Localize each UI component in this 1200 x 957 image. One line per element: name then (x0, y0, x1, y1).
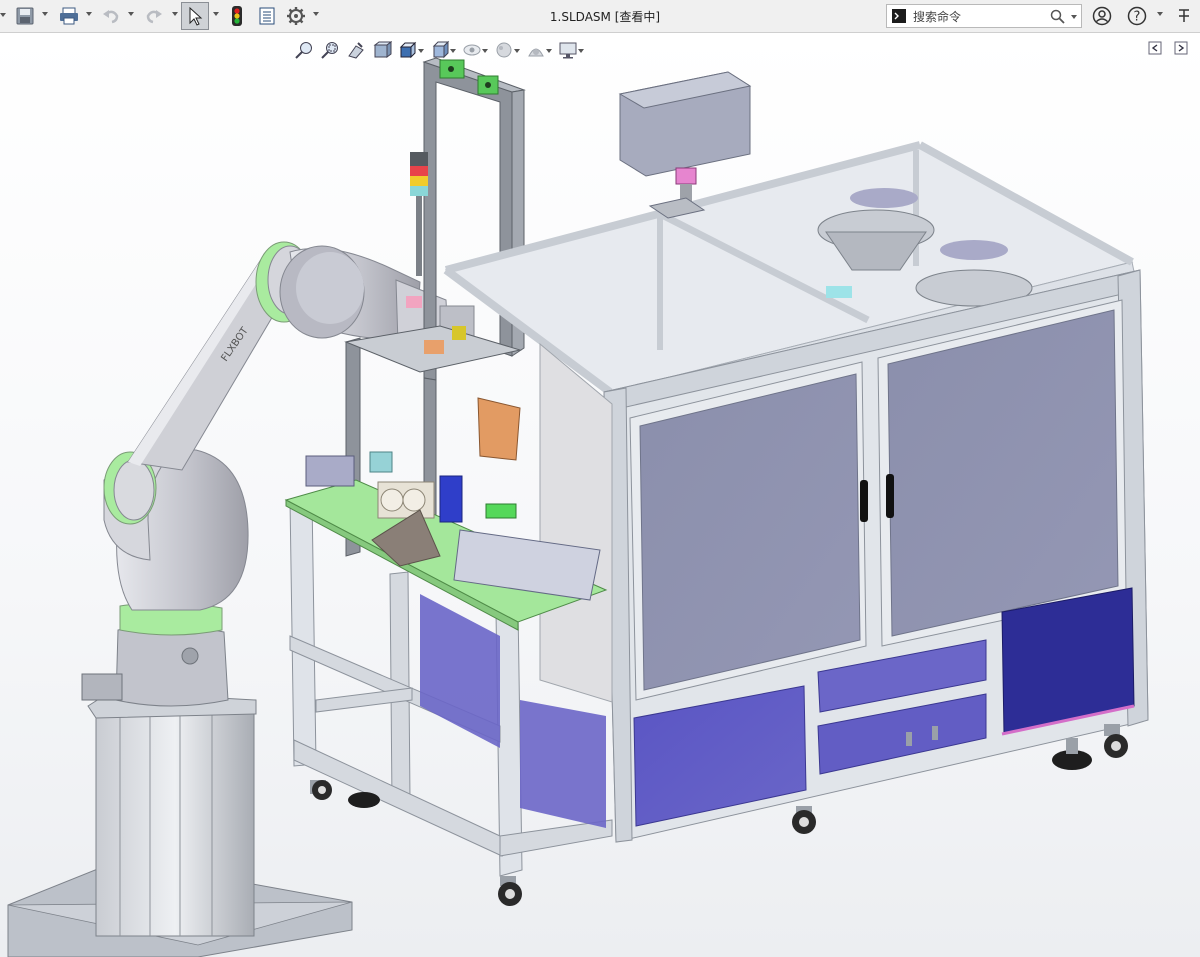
user-account-button[interactable] (1090, 4, 1114, 28)
panel-toggle-arrows (1148, 41, 1188, 55)
file-properties-icon (259, 7, 275, 25)
select-button[interactable] (181, 2, 209, 30)
pin-icon (1179, 9, 1189, 22)
undo-button[interactable] (99, 4, 123, 28)
select-arrow-icon (189, 6, 203, 26)
document-title: 1.SLDASM [查看中] (549, 10, 661, 24)
dropdown-arrow-icon (0, 13, 6, 17)
rebuild-traffic-light-icon (232, 6, 242, 26)
apply-scene-dropdown-icon[interactable] (546, 49, 552, 53)
robot-pedestal (87, 691, 257, 937)
options-gear-icon (287, 7, 305, 25)
display-style-dropdown-icon[interactable] (450, 49, 456, 53)
hide-show-items-dropdown-icon[interactable] (482, 49, 488, 53)
search-commands-box[interactable] (886, 4, 1082, 28)
edit-appearance-icon (496, 42, 512, 58)
previous-view-icon (348, 42, 364, 59)
expand-right-icon[interactable] (1174, 41, 1188, 55)
options-dropdown-icon[interactable] (313, 12, 319, 16)
section-view-icon (373, 41, 392, 58)
toolbar-left-dropdown[interactable] (0, 4, 6, 28)
view-settings-button[interactable] (556, 38, 584, 62)
edit-appearance-button[interactable] (492, 38, 520, 62)
display-style-icon (432, 40, 450, 59)
collapse-left-icon[interactable] (1148, 41, 1162, 55)
zoom-to-fit-button[interactable] (292, 38, 316, 62)
top-toolbar: 1.SLDASM [查看中] ? (0, 0, 1200, 33)
heads-up-view-toolbar (292, 37, 584, 63)
view-settings-dropdown-icon[interactable] (578, 49, 584, 53)
save-icon (16, 7, 34, 25)
print-button[interactable] (56, 4, 82, 28)
work-table (284, 296, 613, 877)
cabinet-right-door (877, 299, 1127, 647)
robot-arm: FLXBOT (81, 241, 475, 707)
view-orientation-icon (399, 41, 417, 59)
save-dropdown-icon[interactable] (42, 12, 48, 16)
caster (498, 876, 522, 906)
view-orientation-button[interactable] (396, 38, 424, 62)
help-icon: ? (1127, 6, 1147, 26)
pin-button[interactable] (1172, 4, 1196, 28)
redo-dropdown-icon[interactable] (172, 12, 178, 16)
zoom-to-fit-icon (295, 42, 312, 59)
options-button[interactable] (284, 4, 308, 28)
help-dropdown-icon[interactable] (1157, 12, 1163, 16)
apply-scene-button[interactable] (524, 38, 552, 62)
undo-icon (103, 10, 119, 24)
section-view-button[interactable] (370, 38, 394, 62)
display-style-button[interactable] (428, 38, 456, 62)
cabinet-left-door (629, 361, 868, 701)
save-button[interactable] (12, 4, 38, 28)
undo-dropdown-icon[interactable] (128, 12, 134, 16)
caster (1052, 738, 1092, 770)
caster (348, 792, 380, 808)
svg-text:?: ? (1134, 10, 1141, 25)
hide-show-items-icon (463, 44, 481, 56)
caster (792, 806, 816, 834)
redo-icon (146, 10, 162, 24)
select-dropdown-icon[interactable] (213, 12, 219, 16)
print-dropdown-icon[interactable] (86, 12, 92, 16)
caster (310, 780, 332, 800)
edit-appearance-dropdown-icon[interactable] (514, 49, 520, 53)
file-properties-button[interactable] (255, 4, 279, 28)
redo-button[interactable] (142, 4, 166, 28)
search-input[interactable] (911, 7, 1045, 27)
user-account-icon (1092, 6, 1112, 26)
search-icon[interactable] (1050, 9, 1065, 24)
help-button[interactable]: ? (1125, 4, 1149, 28)
search-dropdown-icon[interactable] (1071, 15, 1077, 19)
previous-view-button[interactable] (344, 38, 368, 62)
graphics-viewport[interactable]: FLXBOT (0, 33, 1200, 957)
print-icon (60, 7, 78, 25)
view-settings-icon (559, 42, 577, 59)
command-prompt-icon (892, 9, 906, 23)
hide-show-items-button[interactable] (460, 38, 488, 62)
view-orientation-dropdown-icon[interactable] (418, 49, 424, 53)
zoom-to-area-icon (321, 42, 338, 59)
zoom-to-area-button[interactable] (318, 38, 342, 62)
rebuild-button[interactable] (226, 4, 248, 28)
caster (1104, 724, 1128, 758)
apply-scene-icon (528, 48, 544, 57)
assembly-model[interactable]: FLXBOT (0, 33, 1200, 957)
